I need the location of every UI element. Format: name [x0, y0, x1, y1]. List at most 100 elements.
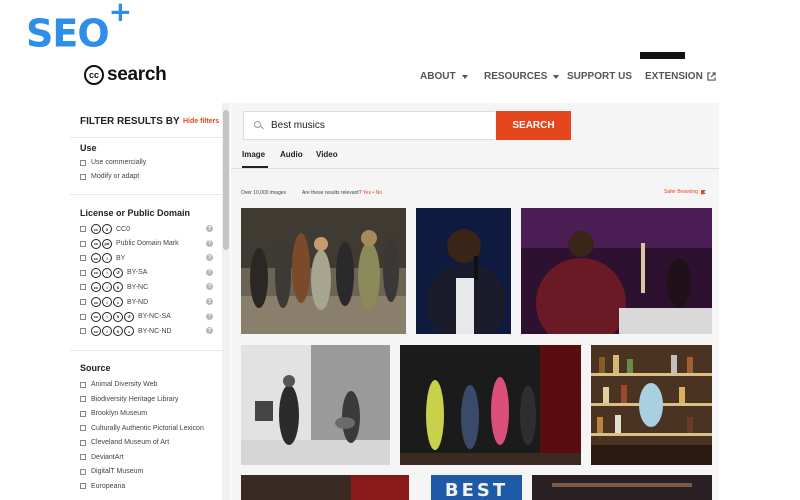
nav-support-us[interactable]: SUPPORT US	[567, 71, 632, 82]
cc-search-logo[interactable]: cc search	[84, 64, 167, 86]
source-option[interactable]: Brooklyn Museum	[80, 410, 147, 417]
search-button[interactable]: SEARCH	[496, 111, 571, 140]
checkbox[interactable]	[80, 226, 86, 232]
help-icon[interactable]: ?	[206, 225, 213, 232]
relevance-question: Are these results relevant?	[302, 190, 362, 196]
partial-photo-1[interactable]	[241, 475, 409, 500]
license-cc-icon: cc	[91, 297, 101, 307]
nav-about[interactable]: ABOUT	[420, 71, 468, 82]
license-option-public-domain-mark[interactable]: cc pd Public Domain Mark	[80, 238, 179, 249]
nav-extension[interactable]: EXTENSION	[645, 71, 716, 82]
license-cc-icon: cc	[91, 238, 101, 249]
use-commercially-option[interactable]: Use commercially	[80, 159, 146, 166]
photo-art	[400, 345, 581, 465]
help-icon[interactable]: ?	[206, 268, 213, 276]
license-by-icon: i	[102, 297, 112, 307]
option-label: Cleveland Museum of Art	[91, 439, 170, 446]
seo-watermark-logo: SEO+	[26, 0, 132, 56]
source-option[interactable]: DeviantArt	[80, 454, 124, 461]
tab-audio[interactable]: Audio	[280, 150, 303, 159]
tabs-divider	[231, 168, 719, 169]
photo-art	[241, 345, 390, 465]
photo-art	[241, 208, 406, 334]
checkbox[interactable]	[80, 468, 86, 475]
help-icon[interactable]: ?	[206, 254, 213, 262]
license-option-by-nc-nd[interactable]: cc i $ = BY-NC-ND	[80, 326, 172, 337]
option-label: Public Domain Mark	[116, 240, 179, 248]
sidebar-scroll-thumb[interactable]	[223, 110, 229, 250]
source-option[interactable]: Biodiversity Heritage Library	[80, 396, 179, 403]
performer-stage-photo[interactable]	[521, 208, 712, 334]
checkbox[interactable]	[80, 396, 86, 402]
checkbox[interactable]	[80, 159, 86, 166]
singer-microphone-photo[interactable]	[416, 208, 511, 334]
divider	[70, 194, 222, 195]
checkbox[interactable]	[80, 173, 86, 180]
checkbox[interactable]	[80, 269, 86, 276]
checkbox[interactable]	[80, 381, 86, 388]
modify-adapt-option[interactable]: Modify or adapt	[80, 173, 139, 180]
filter-title: FILTER RESULTS BY	[80, 116, 180, 127]
license-pd-icon: pd	[102, 238, 112, 249]
nav-extension-label: EXTENSION	[645, 71, 703, 82]
source-option[interactable]: Animal Diversity Web	[80, 381, 157, 388]
relevance-yes-link[interactable]: Yes	[363, 190, 371, 196]
hide-filters-link[interactable]: Hide filters	[183, 118, 219, 125]
best-sign-photo[interactable]: BEST	[431, 475, 522, 500]
license-option-by-nd[interactable]: cc i = BY-ND	[80, 297, 148, 307]
source-option[interactable]: Culturally Authentic Pictorial Lexicon	[80, 425, 204, 432]
option-label: DigitalT Museum	[91, 468, 144, 475]
license-nc-icon: $	[113, 282, 123, 293]
checkbox[interactable]	[80, 240, 86, 247]
checkbox[interactable]	[80, 454, 86, 460]
checkbox[interactable]	[80, 425, 86, 431]
checkbox[interactable]	[80, 255, 86, 262]
license-option-by-nc-sa[interactable]: cc i $ ↺ BY-NC-SA	[80, 311, 171, 322]
street-musicians-photo[interactable]	[241, 345, 390, 465]
help-icon[interactable]: ?	[206, 239, 213, 247]
license-option-by-sa[interactable]: cc i ↺ BY-SA	[80, 267, 147, 278]
watermark-plus: +	[108, 0, 132, 28]
best-sign-text: BEST	[444, 480, 509, 500]
help-icon[interactable]: ?	[206, 283, 213, 291]
source-option[interactable]: Cleveland Museum of Art	[80, 439, 169, 446]
license-cc-icon: cc	[91, 224, 101, 234]
license-option-cc0[interactable]: cc 0 CC0	[80, 224, 130, 234]
option-label: Biodiversity Heritage Library	[91, 395, 179, 403]
checkbox[interactable]	[80, 439, 86, 446]
street-crowd-photo[interactable]	[241, 208, 406, 334]
bar-shelves-photo[interactable]	[591, 345, 712, 465]
license-icons: cc i ↺	[91, 267, 123, 278]
help-icon[interactable]: ?	[206, 312, 213, 320]
license-option-by[interactable]: cc i BY	[80, 253, 125, 264]
checkbox[interactable]	[80, 483, 86, 489]
dancers-stage-photo[interactable]	[400, 345, 581, 465]
tab-image[interactable]: Image	[242, 150, 265, 159]
source-option[interactable]: DigitalT Museum	[80, 468, 143, 475]
checkbox[interactable]	[80, 284, 86, 291]
license-cc-icon: cc	[91, 267, 101, 278]
chevron-down-icon	[461, 74, 468, 79]
nav-resources[interactable]: RESOURCES	[484, 71, 560, 82]
relevance-no-link[interactable]: No	[376, 190, 382, 196]
search-input[interactable]: Best musics	[243, 111, 495, 140]
tab-video[interactable]: Video	[316, 150, 338, 159]
option-label: CC0	[116, 225, 131, 233]
partial-photo-3[interactable]	[532, 475, 712, 500]
checkbox[interactable]	[80, 328, 86, 335]
license-sa-icon: ↺	[113, 267, 123, 278]
help-icon[interactable]: ?	[206, 327, 213, 335]
checkbox[interactable]	[80, 313, 86, 320]
checkbox[interactable]	[80, 299, 86, 305]
source-option[interactable]: Europeana	[80, 483, 125, 490]
help-icon[interactable]: ?	[206, 298, 213, 305]
option-label: Europeana	[91, 482, 126, 490]
license-option-by-nc[interactable]: cc i $ BY-NC	[80, 282, 148, 293]
checkbox[interactable]	[80, 410, 86, 417]
photo-art	[521, 208, 712, 334]
result-count: Over 10,000 images	[241, 190, 287, 196]
safer-browsing-link[interactable]: Safer Browsing	[664, 189, 706, 195]
watermark-text: SEO	[26, 11, 110, 56]
license-icons: cc i =	[91, 297, 123, 307]
divider	[70, 137, 222, 138]
